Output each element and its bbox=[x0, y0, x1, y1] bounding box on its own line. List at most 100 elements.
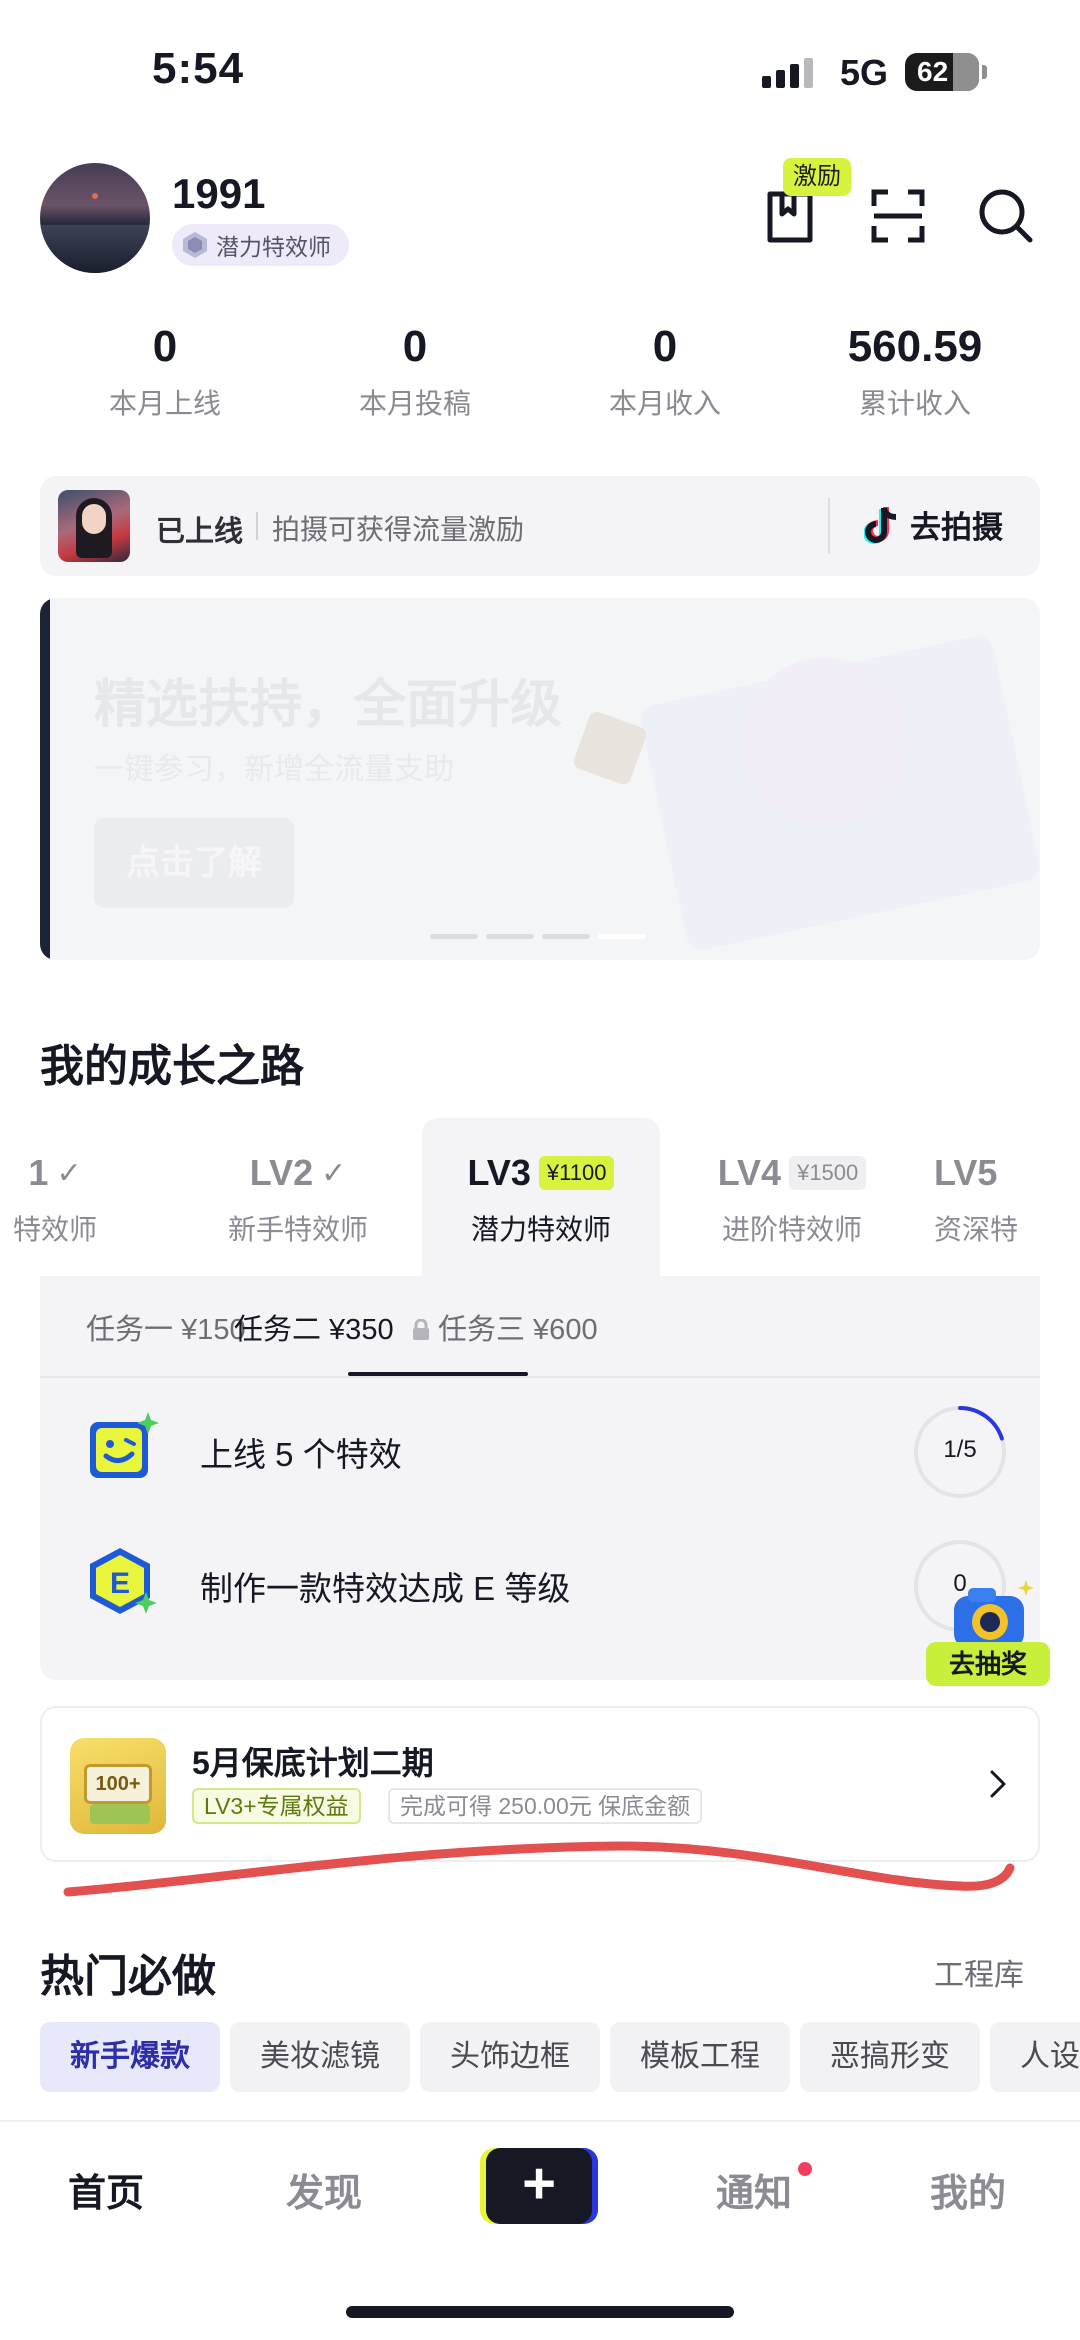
level-tabs: 1 ✓ 特效师 LV2 ✓ 新手特效师 LV3 ¥1100 潜力特效师 LV4 ¥150… bbox=[0, 1118, 1080, 1278]
level-tab-lv5[interactable]: LV5 资深特 bbox=[934, 1118, 1034, 1278]
stat-month-submissions[interactable]: 0 本月投稿 bbox=[290, 322, 540, 422]
online-effect-card[interactable]: 已上线 拍摄可获得流量激励 去拍摄 bbox=[40, 476, 1040, 576]
chip-template-project[interactable]: 模板工程 bbox=[610, 2022, 790, 2092]
banner-title: 精选扶持，全面升级 bbox=[94, 676, 563, 734]
level-label: LV4 bbox=[717, 1152, 782, 1193]
scan-icon[interactable] bbox=[868, 186, 928, 246]
level-label-row: LV4 ¥1500 bbox=[672, 1150, 912, 1196]
level-tab-lv2[interactable]: LV2 ✓ 新手特效师 bbox=[178, 1118, 418, 1278]
chip-makeup-filter[interactable]: 美妆滤镜 bbox=[230, 2022, 410, 2092]
hot-section-title: 热门必做 bbox=[40, 1952, 216, 2001]
stat-value: 0 bbox=[652, 322, 678, 371]
red-annotation-stroke bbox=[63, 1841, 1015, 1897]
stat-label: 本月投稿 bbox=[358, 388, 471, 419]
level-price: ¥1500 bbox=[789, 1156, 867, 1190]
nav-home[interactable]: 首页 bbox=[68, 2162, 144, 2217]
chevron-right-icon bbox=[990, 1770, 1006, 1798]
level-tab-lv1[interactable]: 1 ✓ 特效师 bbox=[0, 1118, 130, 1278]
plan-icon-coin: 100+ bbox=[84, 1764, 152, 1804]
stat-month-income[interactable]: 0 本月收入 bbox=[540, 322, 790, 422]
chip-newbie-hits[interactable]: 新手爆款 bbox=[40, 2022, 220, 2092]
lottery-button[interactable]: 去抽奖 bbox=[926, 1578, 1056, 1688]
level-name: 特效师 bbox=[12, 1214, 97, 1245]
project-library-link[interactable]: 工程库 bbox=[934, 1950, 1024, 1994]
chip-funny-morph[interactable]: 恶搞形变 bbox=[800, 2022, 980, 2092]
stat-month-online[interactable]: 0 本月上线 bbox=[40, 322, 290, 422]
task-tabs: 任务一 ¥150 任务二 ¥350 任务三 ¥600 bbox=[40, 1276, 1040, 1378]
stat-value: 0 bbox=[402, 322, 428, 371]
level-label-row: 1 ✓ bbox=[0, 1150, 130, 1196]
network-type: 5G bbox=[840, 52, 889, 93]
level-label-row: LV5 bbox=[934, 1150, 1034, 1196]
divider bbox=[256, 512, 258, 540]
task-tab-indicator bbox=[348, 1372, 528, 1376]
battery-icon: 62 bbox=[905, 53, 979, 91]
level-tab-lv4[interactable]: LV4 ¥1500 进阶特效师 bbox=[672, 1118, 912, 1278]
status-time: 5:54 bbox=[152, 44, 245, 93]
username: 1991 bbox=[172, 170, 266, 217]
bulb-icon bbox=[740, 658, 910, 828]
stat-label: 本月上线 bbox=[108, 388, 221, 419]
avatar[interactable] bbox=[40, 163, 150, 273]
thumbnail-face bbox=[82, 504, 106, 534]
nav-notifications[interactable]: 通知 bbox=[716, 2162, 792, 2217]
stat-value: 560.59 bbox=[847, 322, 983, 371]
level-label: LV5 bbox=[934, 1152, 998, 1193]
level-name: 资深特 bbox=[934, 1214, 1019, 1245]
diamond-icon bbox=[183, 232, 207, 258]
pagination-dot bbox=[430, 934, 478, 939]
level-badge[interactable]: 潜力特效师 bbox=[172, 224, 349, 266]
task-tab-1[interactable]: 任务一 ¥150 bbox=[86, 1306, 246, 1348]
pagination-dot-active bbox=[598, 934, 646, 939]
create-button[interactable]: + bbox=[480, 2148, 598, 2224]
level-label: 1 bbox=[28, 1152, 49, 1193]
stat-label: 累计收入 bbox=[858, 388, 971, 419]
level-label: LV3 bbox=[467, 1152, 531, 1193]
online-hint: 拍摄可获得流量激励 bbox=[272, 514, 525, 545]
nav-discover[interactable]: 发现 bbox=[286, 2162, 362, 2217]
lock-icon bbox=[413, 1319, 429, 1340]
smile-effect-icon bbox=[90, 1412, 159, 1478]
avatar-sea bbox=[40, 225, 150, 273]
level-tab-lv3[interactable]: LV3 ¥1100 潜力特效师 bbox=[422, 1118, 660, 1278]
grade-e-icon: E bbox=[90, 1548, 157, 1614]
chip-headwear-frame[interactable]: 头饰边框 bbox=[420, 2022, 600, 2092]
category-chips: 新手爆款 美妆滤镜 头饰边框 模板工程 恶搞形变 人设 bbox=[40, 2022, 1080, 2096]
check-icon: ✓ bbox=[321, 1156, 347, 1190]
effect-thumbnail bbox=[58, 490, 130, 562]
level-badge-label: 潜力特效师 bbox=[216, 234, 331, 260]
signal-icon bbox=[762, 58, 813, 88]
go-shoot-button[interactable]: 去拍摄 bbox=[864, 502, 1003, 547]
task-progress-text: 1/5 bbox=[943, 1436, 977, 1463]
banner-illustration-prop bbox=[571, 709, 649, 787]
task-tab-3[interactable]: 任务三 ¥600 bbox=[412, 1306, 598, 1348]
task-item[interactable]: E 制作一款特效达成 E 等级 0 bbox=[40, 1522, 1040, 1642]
level-label-row: LV2 ✓ bbox=[178, 1150, 418, 1196]
task-panel: 任务一 ¥150 任务二 ¥350 任务三 ¥600 上线 5 个特效 1/5 bbox=[40, 1276, 1040, 1680]
reward-tag: 激励 bbox=[783, 158, 851, 196]
check-icon: ✓ bbox=[56, 1156, 82, 1190]
level-label-row: LV3 ¥1100 bbox=[422, 1150, 660, 1196]
banner-learn-more-button[interactable]: 点击了解 bbox=[94, 818, 294, 908]
stat-total-income[interactable]: 560.59 累计收入 bbox=[790, 322, 1040, 422]
task-tab-2[interactable]: 任务二 ¥350 bbox=[234, 1306, 394, 1348]
battery-tip bbox=[982, 65, 987, 79]
task-text: 上线 5 个特效 bbox=[200, 1436, 402, 1473]
search-icon[interactable] bbox=[976, 186, 1036, 246]
chip-persona[interactable]: 人设 bbox=[990, 2022, 1080, 2092]
lottery-label: 去抽奖 bbox=[926, 1642, 1050, 1686]
svg-text:E: E bbox=[110, 1567, 130, 1600]
nav-me[interactable]: 我的 bbox=[930, 2162, 1006, 2217]
stat-value: 0 bbox=[152, 322, 178, 371]
divider bbox=[828, 498, 830, 554]
level-label: LV2 bbox=[249, 1152, 314, 1193]
task-text: 制作一款特效达成 E 等级 bbox=[200, 1570, 571, 1607]
promo-banner[interactable]: 精选扶持，全面升级 一键参习，新增全流量支助 点击了解 bbox=[40, 598, 1040, 960]
task-item[interactable]: 上线 5 个特效 1/5 bbox=[40, 1388, 1040, 1508]
plan-title: 5月保底计划二期 bbox=[192, 1745, 434, 1781]
level-price: ¥1100 bbox=[538, 1156, 615, 1190]
bottom-nav: 首页 发现 + 通知 我的 bbox=[0, 2120, 1080, 2340]
notification-dot bbox=[798, 2162, 812, 2176]
plus-icon: + bbox=[486, 2148, 592, 2224]
task-tab-3-label: 任务三 ¥600 bbox=[438, 1314, 598, 1346]
